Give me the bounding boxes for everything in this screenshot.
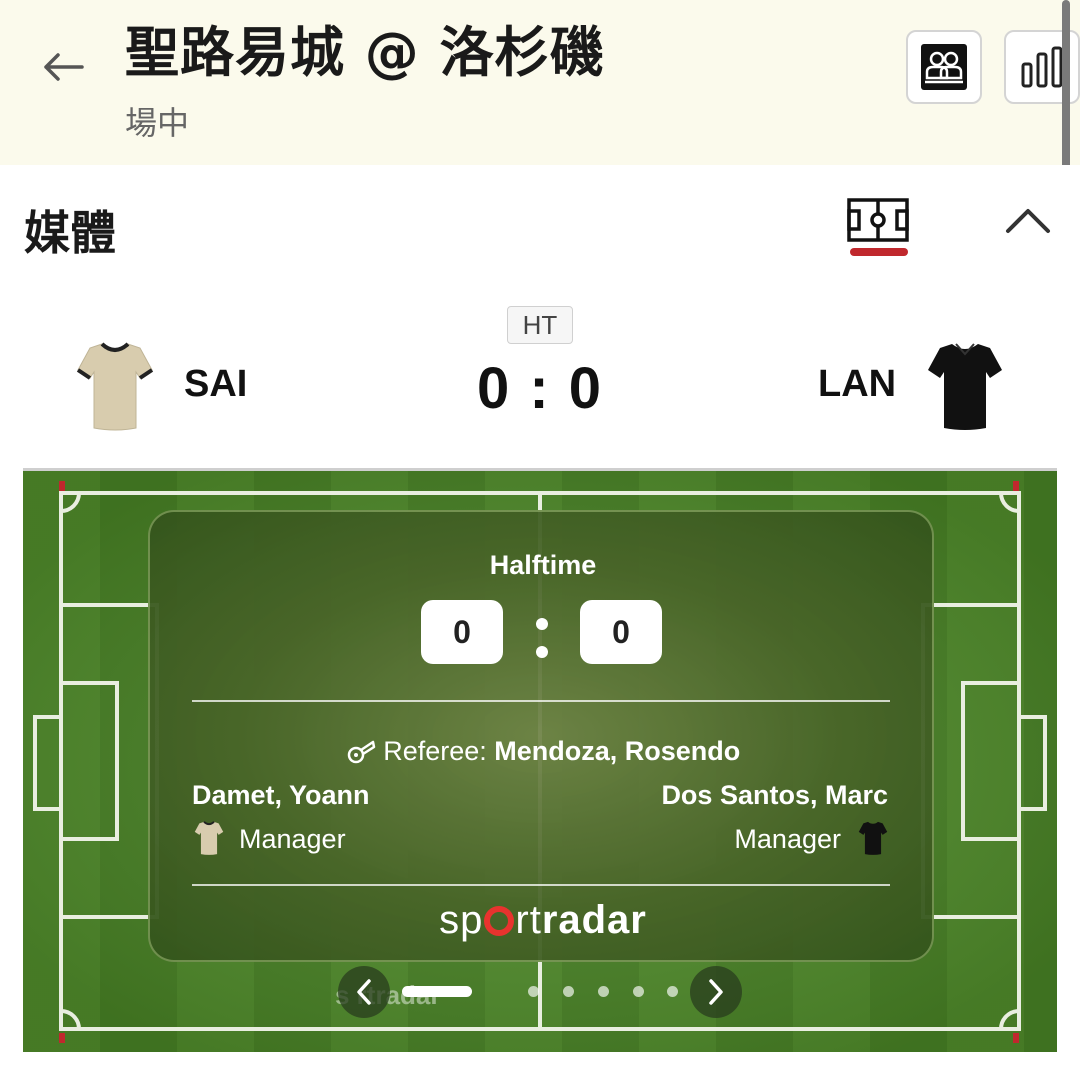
match-header: 聖路易城 @ 洛杉磯 場中	[0, 0, 1080, 392]
active-tab-indicator	[850, 248, 908, 256]
carousel-dot[interactable]	[528, 986, 539, 997]
period-badge: HT	[507, 306, 573, 344]
main-score: 0 : 0	[476, 356, 604, 421]
carousel-prev-button[interactable]	[338, 966, 390, 1018]
score-separator-dot	[536, 618, 548, 630]
divider	[192, 700, 890, 702]
home-manager-jersey-icon	[194, 821, 224, 855]
widget-status: Halftime	[489, 550, 597, 580]
home-manager-name: Damet, Yoann	[192, 780, 370, 810]
referee-label: Referee:	[383, 736, 487, 766]
back-arrow-icon	[44, 53, 84, 81]
away-team-code: LAN	[818, 363, 897, 405]
back-button[interactable]	[40, 50, 86, 84]
page-title: 聖路易城 @ 洛杉磯	[125, 21, 605, 84]
home-team-code: SAI	[184, 363, 248, 405]
bar-chart-icon	[1021, 46, 1063, 88]
home-jersey-icon	[76, 342, 154, 431]
pitch-icon	[847, 198, 909, 242]
media-section-header: 媒體	[0, 165, 1080, 283]
chevron-right-icon	[709, 979, 723, 1005]
away-manager-role: Manager	[734, 824, 841, 854]
collapse-button[interactable]	[1004, 205, 1052, 235]
carousel-dot[interactable]	[598, 986, 609, 997]
score-separator-dot	[536, 646, 548, 658]
divider	[192, 884, 890, 886]
brand-bold: radar	[541, 898, 647, 942]
match-status: 場中	[125, 104, 190, 142]
lineups-button[interactable]	[906, 30, 982, 104]
whistle-icon	[347, 740, 375, 764]
lineups-icon	[921, 44, 967, 90]
away-manager-name: Dos Santos, Marc	[661, 780, 888, 810]
away-manager-jersey-icon	[858, 821, 888, 855]
brand-o-mark	[484, 906, 515, 936]
referee-name: Mendoza, Rosendo	[494, 736, 741, 766]
carousel-dot[interactable]	[633, 986, 644, 997]
carousel-dot[interactable]	[563, 986, 574, 997]
home-manager-role: Manager	[239, 824, 346, 854]
carousel-dot-active[interactable]	[402, 986, 472, 997]
chevron-up-icon	[1006, 209, 1050, 233]
sportradar-logo: sp rtradar	[150, 898, 936, 943]
media-title: 媒體	[24, 206, 116, 260]
brand-prefix: sp	[439, 898, 484, 942]
carousel-dot[interactable]	[667, 986, 678, 997]
referee-line: Referee: Mendoza, Rosendo	[150, 736, 936, 767]
carousel-next-button[interactable]	[690, 966, 742, 1018]
chevron-left-icon	[357, 979, 371, 1005]
widget-home-score: 0	[421, 600, 503, 664]
away-jersey-icon	[928, 343, 1002, 430]
widget-away-score: 0	[580, 600, 662, 664]
brand-mid: rt	[515, 898, 542, 942]
halftime-info-card: Halftime 0 0 Referee: Mendoza, Rosendo D…	[148, 510, 934, 962]
